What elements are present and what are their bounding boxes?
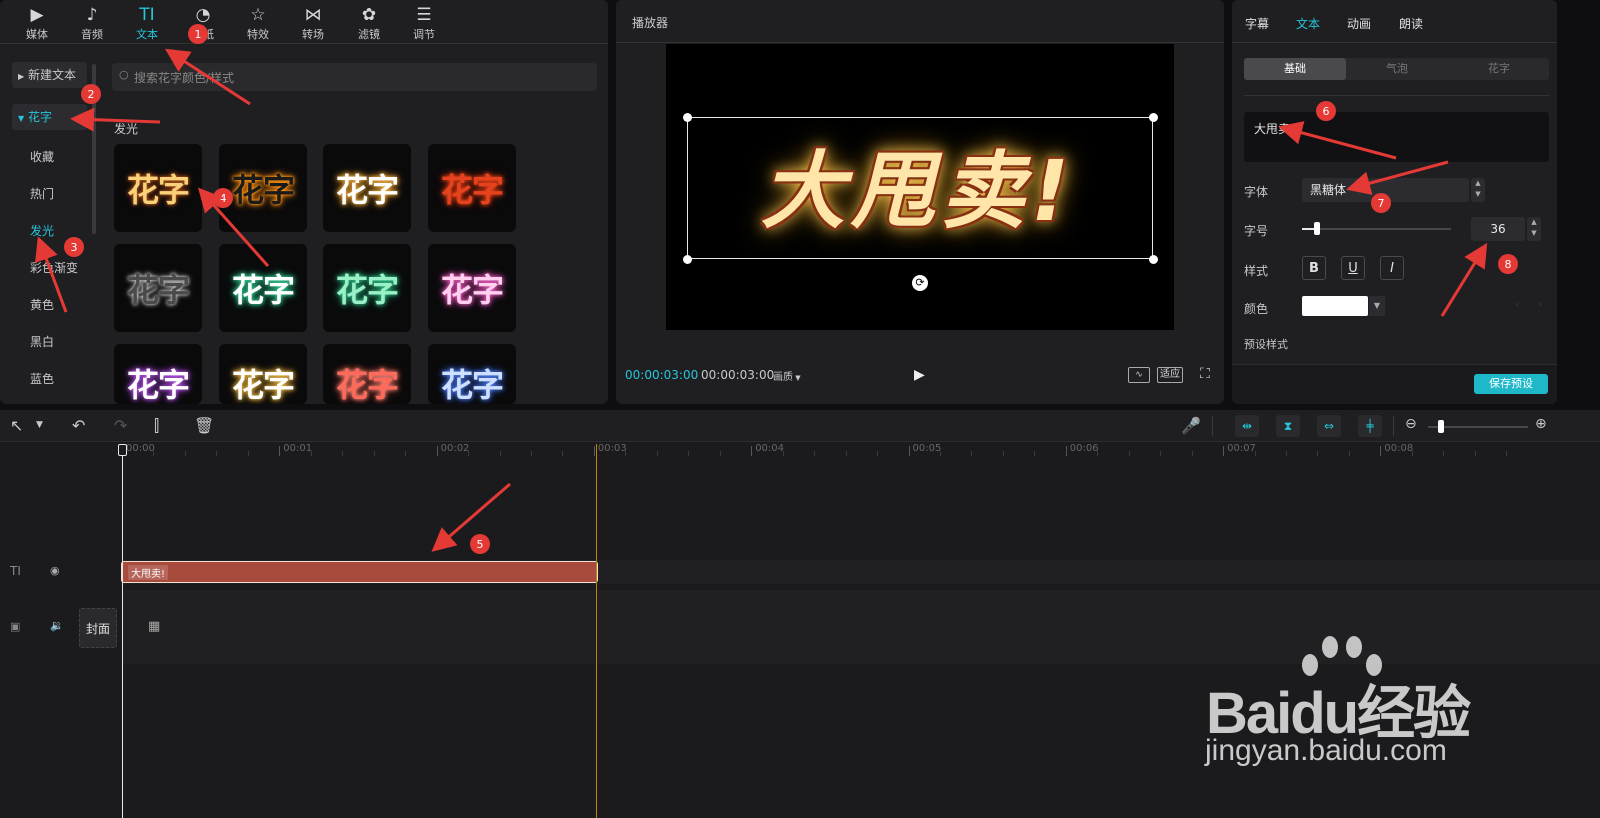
baidu-watermark: Baidu经验 jingyan.baidu.com [1200,636,1490,770]
watermark-url: jingyan.baidu.com [1205,734,1447,767]
